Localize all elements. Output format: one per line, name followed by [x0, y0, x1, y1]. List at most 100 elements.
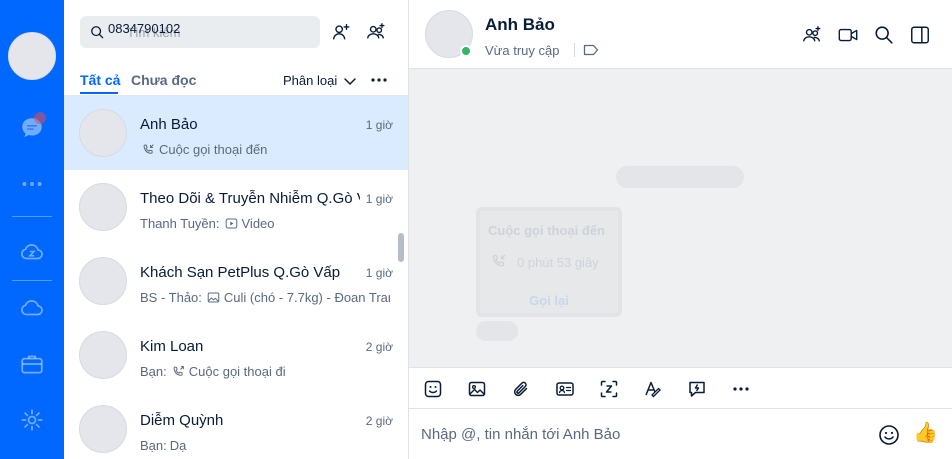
avatar	[79, 331, 127, 379]
video-icon	[225, 218, 237, 229]
composer-toolbar	[409, 367, 952, 409]
message-composer: 👍	[409, 409, 952, 459]
sticker-button[interactable]	[422, 378, 444, 400]
avatar	[79, 183, 127, 231]
tools-nav-button[interactable]	[0, 340, 64, 388]
contact-card-icon	[556, 382, 574, 396]
chat-header: Anh Bảo Vừa truy cập	[409, 0, 952, 69]
format-text-button[interactable]	[642, 378, 664, 400]
settings-nav-button[interactable]	[0, 396, 64, 444]
preview-sender: BS - Thảo:	[140, 290, 202, 305]
paperclip-icon	[513, 381, 528, 397]
rail-divider	[12, 216, 52, 217]
call-message-card[interactable]: Cuộc gọi thoại đến 0 phút 53 giây Gọi lạ…	[476, 207, 622, 317]
filter-dropdown[interactable]: Phân loại	[283, 73, 337, 88]
user-avatar[interactable]	[8, 32, 56, 80]
message-input[interactable]	[421, 423, 861, 445]
conversation-time: 2 giờ	[365, 340, 393, 354]
quick-message-icon	[689, 381, 705, 397]
nav-rail	[0, 0, 64, 459]
zcloud-nav-button[interactable]	[0, 228, 64, 276]
add-to-group-icon[interactable]	[801, 24, 823, 46]
tab-unread[interactable]: Chưa đọc	[131, 72, 196, 88]
tag-icon[interactable]	[583, 43, 599, 57]
contact-name[interactable]: Anh Bảo	[485, 15, 555, 35]
preview-sender: Thanh Tuyền:	[140, 216, 220, 231]
more-options-icon[interactable]	[369, 70, 389, 90]
conversation-name: Diễm Quỳnh	[140, 412, 224, 429]
conversation-name: Khách Sạn PetPlus Q.Gò Vấp	[140, 264, 341, 281]
search-input[interactable]	[108, 18, 313, 38]
unread-badge	[34, 112, 46, 124]
avatar	[79, 109, 127, 157]
timestamp-placeholder	[476, 321, 518, 341]
sticker-icon	[424, 380, 442, 398]
sidebar-toggle-icon[interactable]	[909, 24, 931, 46]
conversation-name: Anh Bảo	[140, 116, 198, 133]
call-card-title: Cuộc gọi thoại đến	[488, 223, 605, 238]
outgoing-call-icon	[173, 366, 184, 376]
preview-sender: Bạn:	[140, 364, 167, 379]
conversation-item[interactable]: Diễm Quỳnh 2 giờ Bạn: Dạ	[64, 392, 408, 459]
chevron-down-icon[interactable]	[343, 74, 357, 88]
preview-sender: Bạn:	[140, 438, 167, 453]
add-friend-button[interactable]	[329, 20, 353, 44]
screenshot-icon	[600, 380, 618, 398]
briefcase-icon	[21, 355, 43, 374]
attach-file-button[interactable]	[510, 378, 532, 400]
image-icon	[207, 292, 220, 303]
conversation-item[interactable]: Khách Sạn PetPlus Q.Gò Vấp 1 giờ BS - Thảo…	[64, 244, 408, 318]
conversation-preview: Cuộc gọi thoại đến	[140, 142, 390, 157]
call-duration: 0 phút 53 giây	[517, 255, 599, 270]
like-button[interactable]: 👍	[913, 421, 938, 447]
conversation-preview: Thanh Tuyền: Video	[140, 216, 390, 231]
scrollbar-thumb[interactable]	[398, 233, 404, 262]
messages-nav-button[interactable]	[0, 104, 64, 152]
send-contact-card-button[interactable]	[554, 378, 576, 400]
quick-message-button[interactable]	[686, 378, 708, 400]
video-call-icon[interactable]	[837, 24, 859, 46]
status-separator	[574, 43, 575, 57]
emoji-icon[interactable]	[877, 423, 901, 447]
search-icon[interactable]	[873, 24, 895, 46]
create-group-button[interactable]	[364, 20, 388, 44]
conversation-name: Theo Dõi & Truyễn Nhiễm Q.Gò Vấp	[140, 190, 360, 207]
more-dots-icon	[22, 182, 42, 186]
conversation-preview: Bạn: Cuộc gọi thoại đi	[140, 364, 390, 379]
more-dots-icon	[733, 387, 749, 391]
conversation-time: 1 giờ	[365, 192, 393, 206]
conversation-item[interactable]: Anh Bảo 1 giờ Cuộc gọi thoại đến	[64, 96, 408, 170]
conversation-time: 2 giờ	[365, 414, 393, 428]
create-group-icon	[367, 23, 385, 39]
preview-text: Cuộc gọi thoại đến	[159, 142, 268, 157]
date-divider-placeholder	[616, 166, 744, 188]
online-status-dot	[460, 45, 472, 57]
conversation-time: 1 giờ	[361, 118, 393, 132]
contact-status: Vừa truy cập	[485, 43, 560, 58]
settings-icon	[21, 409, 43, 431]
search-icon	[91, 26, 104, 39]
conversation-item[interactable]: Theo Dõi & Truyễn Nhiễm Q.Gò Vấp 1 giờ Tha…	[64, 170, 408, 244]
avatar	[79, 257, 127, 305]
conversation-preview: Bạn: Dạ	[140, 438, 390, 453]
message-area: Cuộc gọi thoại đến 0 phút 53 giây Gọi lạ…	[409, 69, 952, 367]
cloud-nav-button[interactable]	[0, 284, 64, 332]
add-friend-icon	[332, 23, 350, 40]
chat-area: Anh Bảo Vừa truy cập Cuộc gọi thoại đến …	[409, 0, 952, 459]
search-box[interactable]: Tìm kiếm	[80, 16, 320, 48]
conversation-time: 1 giờ	[365, 266, 393, 280]
more-tools-button[interactable]	[730, 378, 752, 400]
tab-all[interactable]: Tất cả	[80, 72, 120, 88]
active-tab-indicator	[80, 92, 118, 94]
more-nav-button[interactable]	[0, 160, 64, 208]
preview-text: Video	[241, 216, 275, 231]
send-image-button[interactable]	[466, 378, 488, 400]
call-back-button[interactable]: Gọi lại	[480, 293, 618, 308]
incoming-call-icon	[143, 144, 154, 154]
preview-text: Dạ	[169, 438, 187, 453]
screenshot-button[interactable]	[598, 378, 620, 400]
preview-text: Cuộc gọi thoại đi	[188, 364, 286, 379]
conversation-name: Kim Loan	[140, 338, 204, 355]
conversation-item[interactable]: Kim Loan 2 giờ Bạn: Cuộc gọi thoại đi	[64, 318, 408, 392]
avatar	[79, 405, 127, 453]
